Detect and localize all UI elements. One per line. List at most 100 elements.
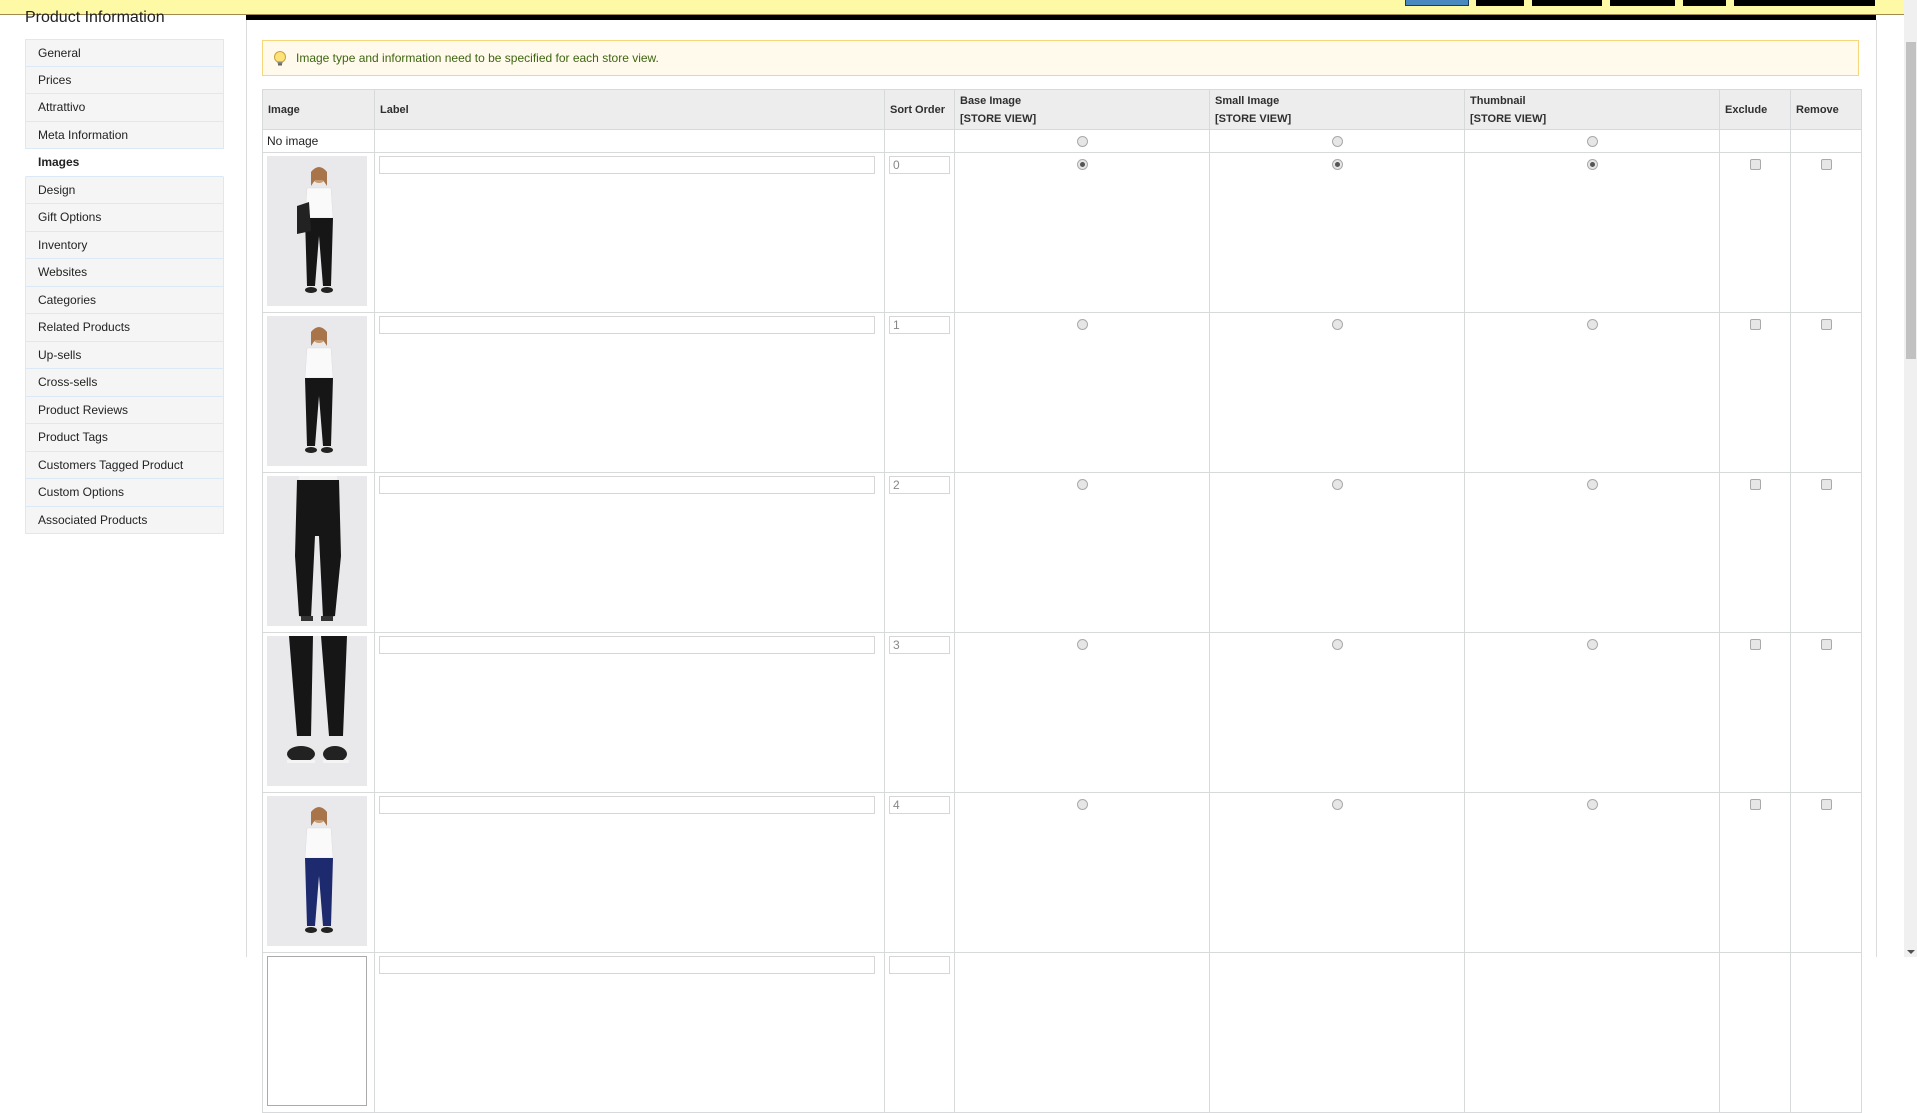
remove-checkbox[interactable] <box>1820 799 1832 810</box>
sidebar-item-inventory[interactable]: Inventory <box>25 231 224 259</box>
table-header-row: Image Label Sort Order Base Image [STORE … <box>262 89 1862 130</box>
page-scrollbar[interactable] <box>1904 0 1917 957</box>
product-image <box>267 796 367 946</box>
sidebar-item-gift-options[interactable]: Gift Options <box>25 204 224 232</box>
remove-checkbox[interactable] <box>1820 479 1832 490</box>
header-scope: [STORE VIEW] <box>960 112 1037 125</box>
product-image-thumbnail <box>267 156 367 306</box>
sidebar-item-categories[interactable]: Categories <box>25 286 224 314</box>
base-image-radio[interactable] <box>1076 799 1088 810</box>
sort-order-input[interactable] <box>889 636 950 654</box>
base-image-radio[interactable] <box>1076 639 1088 650</box>
image-label-input[interactable] <box>379 156 875 174</box>
small-image-radio[interactable] <box>1331 639 1343 650</box>
sidebar-item-product-reviews[interactable]: Product Reviews <box>25 396 224 424</box>
header-label: Label <box>374 89 885 130</box>
thumbnail-radio[interactable] <box>1586 319 1598 330</box>
base-image-radio-none[interactable] <box>1076 136 1088 147</box>
tab-header-bar <box>246 15 1876 20</box>
image-label-input[interactable] <box>379 636 875 654</box>
toolbar-button-5[interactable] <box>1683 0 1726 6</box>
header-thumbnail-title: Thumbnail <box>1470 94 1526 107</box>
remove-checkbox[interactable] <box>1820 639 1832 650</box>
image-row <box>262 632 1862 793</box>
image-label-input[interactable] <box>379 476 875 494</box>
sidebar-item-customers-tagged-product[interactable]: Customers Tagged Product <box>25 451 224 479</box>
header-sort-order: Sort Order <box>884 89 955 130</box>
base-image-radio[interactable] <box>1076 159 1088 170</box>
thumbnail-radio-none[interactable] <box>1586 136 1598 147</box>
image-row <box>262 312 1862 473</box>
product-image <box>267 316 367 466</box>
product-image <box>267 156 367 306</box>
sidebar-item-product-tags[interactable]: Product Tags <box>25 424 224 452</box>
header-small-image: Small Image [STORE VIEW] <box>1209 89 1465 130</box>
sidebar-item-meta-information[interactable]: Meta Information <box>25 121 224 149</box>
toolbar-button-4[interactable] <box>1610 0 1675 6</box>
exclude-checkbox[interactable] <box>1749 159 1761 170</box>
sidebar-item-websites[interactable]: Websites <box>25 259 224 287</box>
notice-box: Image type and information need to be sp… <box>262 40 1859 76</box>
header-base-image: Base Image [STORE VIEW] <box>954 89 1210 130</box>
exclude-checkbox[interactable] <box>1749 479 1761 490</box>
sidebar-item-design[interactable]: Design <box>25 176 224 204</box>
sort-order-input[interactable] <box>889 956 950 974</box>
thumbnail-radio[interactable] <box>1586 159 1598 170</box>
exclude-checkbox[interactable] <box>1749 639 1761 650</box>
product-image-thumbnail <box>267 636 367 786</box>
content-border <box>1876 20 1877 957</box>
image-label-input[interactable] <box>379 956 875 974</box>
thumbnail-radio[interactable] <box>1586 479 1598 490</box>
sidebar-item-associated-products[interactable]: Associated Products <box>25 506 224 534</box>
sidebar-item-related-products[interactable]: Related Products <box>25 314 224 342</box>
sort-order-input[interactable] <box>889 796 950 814</box>
scrollbar-thumb[interactable] <box>1906 42 1916 359</box>
sidebar-item-images[interactable]: Images <box>25 149 224 177</box>
lightbulb-icon <box>274 51 286 66</box>
exclude-checkbox[interactable] <box>1749 319 1761 330</box>
header-base-image-title: Base Image <box>960 94 1022 107</box>
small-image-radio[interactable] <box>1331 319 1343 330</box>
header-exclude: Exclude <box>1719 89 1791 130</box>
no-image-text: No image <box>267 134 319 148</box>
sidebar-item-up-sells[interactable]: Up-sells <box>25 341 224 369</box>
sidebar-tabs: General Prices Attrattivo Meta Information I… <box>25 39 224 534</box>
image-label-input[interactable] <box>379 316 875 334</box>
toolbar-button-6[interactable] <box>1734 0 1875 6</box>
thumbnail-radio[interactable] <box>1586 799 1598 810</box>
product-image <box>267 636 367 786</box>
small-image-radio-none[interactable] <box>1331 136 1343 147</box>
image-label-input[interactable] <box>379 796 875 814</box>
toolbar-button-3[interactable] <box>1532 0 1602 6</box>
base-image-radio[interactable] <box>1076 479 1088 490</box>
small-image-radio[interactable] <box>1331 799 1343 810</box>
thumbnail-radio[interactable] <box>1586 639 1598 650</box>
sort-order-input[interactable] <box>889 316 950 334</box>
sort-order-input[interactable] <box>889 476 950 494</box>
image-row <box>262 792 1862 953</box>
scroll-down-arrow-icon[interactable] <box>1907 950 1915 954</box>
sidebar-item-custom-options[interactable]: Custom Options <box>25 479 224 507</box>
small-image-radio[interactable] <box>1331 159 1343 170</box>
sidebar-item-general[interactable]: General <box>25 39 224 67</box>
toolbar-button-1[interactable] <box>1405 0 1469 6</box>
remove-checkbox[interactable] <box>1820 319 1832 330</box>
notice-message: Image type and information need to be sp… <box>296 51 659 65</box>
toolbar-button-2[interactable] <box>1476 0 1524 6</box>
header-scope: [STORE VIEW] <box>1215 112 1292 125</box>
base-image-radio[interactable] <box>1076 319 1088 330</box>
header-thumbnail: Thumbnail [STORE VIEW] <box>1464 89 1720 130</box>
product-image-thumbnail <box>267 956 367 1106</box>
sidebar-title: Product Information <box>25 9 165 26</box>
exclude-checkbox[interactable] <box>1749 799 1761 810</box>
sidebar-item-cross-sells[interactable]: Cross-sells <box>25 369 224 397</box>
sidebar-item-prices[interactable]: Prices <box>25 66 224 94</box>
small-image-radio[interactable] <box>1331 479 1343 490</box>
sort-order-input[interactable] <box>889 156 950 174</box>
remove-checkbox[interactable] <box>1820 159 1832 170</box>
image-row <box>262 152 1862 313</box>
no-image-row: No image <box>262 129 1862 153</box>
header-scope: [STORE VIEW] <box>1470 112 1547 125</box>
sidebar-item-attrattivo[interactable]: Attrattivo <box>25 94 224 122</box>
product-image-thumbnail <box>267 316 367 466</box>
